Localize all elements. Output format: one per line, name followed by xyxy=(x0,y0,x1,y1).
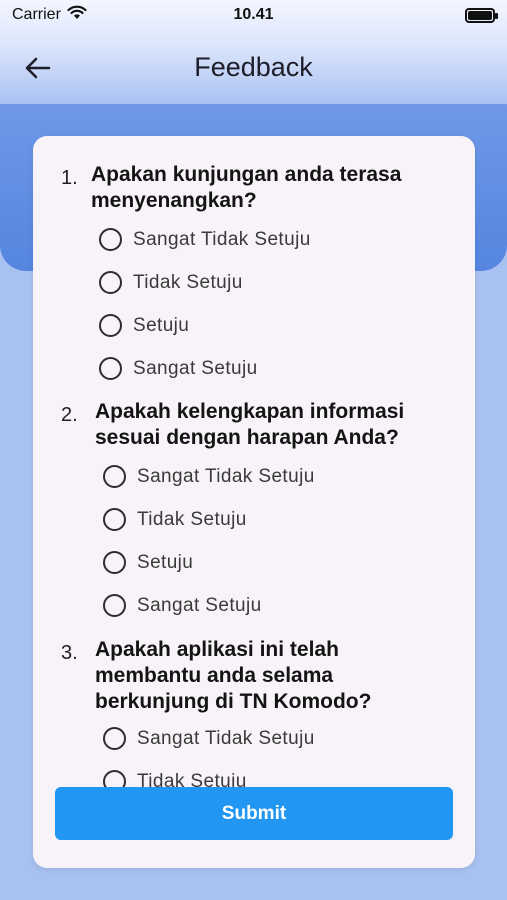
option-label: Sangat Setuju xyxy=(137,594,262,616)
radio-button[interactable] xyxy=(103,594,126,617)
option-sangat-tidak-setuju[interactable]: Sangat Tidak Setuju xyxy=(103,455,475,498)
option-label: Tidak Setuju xyxy=(133,271,243,293)
radio-button[interactable] xyxy=(99,357,122,380)
option-setuju[interactable]: Setuju xyxy=(99,304,475,347)
radio-button[interactable] xyxy=(103,770,126,788)
option-label: Sangat Tidak Setuju xyxy=(137,465,315,487)
option-sangat-setuju[interactable]: Sangat Setuju xyxy=(103,584,475,627)
option-label: Sangat Setuju xyxy=(133,357,258,379)
option-label: Sangat Tidak Setuju xyxy=(133,228,311,250)
option-label: Tidak Setuju xyxy=(137,770,247,789)
option-sangat-tidak-setuju[interactable]: Sangat Tidak Setuju xyxy=(99,218,475,261)
option-tidak-setuju[interactable]: Tidak Setuju xyxy=(99,261,475,304)
feedback-card: 1. Apakan kunjungan anda terasa menyenan… xyxy=(33,136,475,868)
question-number: 1. xyxy=(61,167,78,189)
question-text: Apakan kunjungan anda terasa menyenangka… xyxy=(91,163,402,212)
arrow-left-icon xyxy=(25,57,51,79)
radio-button[interactable] xyxy=(99,228,122,251)
option-tidak-setuju[interactable]: Tidak Setuju xyxy=(103,498,475,541)
question-text: Apakah aplikasi ini telah membantu anda … xyxy=(95,638,372,713)
option-sangat-setuju[interactable]: Sangat Setuju xyxy=(99,347,475,390)
option-sangat-tidak-setuju[interactable]: Sangat Tidak Setuju xyxy=(103,717,475,760)
option-tidak-setuju[interactable]: Tidak Setuju xyxy=(103,760,475,788)
status-bar: Carrier 10.41 xyxy=(0,0,507,30)
radio-button[interactable] xyxy=(103,727,126,750)
question-number: 3. xyxy=(61,642,78,664)
option-label: Tidak Setuju xyxy=(137,508,247,530)
status-time: 10.41 xyxy=(233,6,274,23)
radio-button[interactable] xyxy=(103,508,126,531)
radio-button[interactable] xyxy=(103,551,126,574)
back-button[interactable] xyxy=(22,52,54,84)
radio-button[interactable] xyxy=(99,314,122,337)
question-number: 2. xyxy=(61,404,78,426)
option-setuju[interactable]: Setuju xyxy=(103,541,475,584)
question-1: 1. Apakan kunjungan anda terasa menyenan… xyxy=(33,162,475,390)
option-label: Setuju xyxy=(133,314,190,336)
battery-icon xyxy=(465,7,498,23)
radio-button[interactable] xyxy=(103,465,126,488)
option-label: Setuju xyxy=(137,551,194,573)
questions-list[interactable]: 1. Apakan kunjungan anda terasa menyenan… xyxy=(33,136,475,788)
submit-button[interactable]: Submit xyxy=(55,787,453,840)
question-2: 2. Apakah kelengkapan informasi sesuai d… xyxy=(33,399,475,627)
question-3: 3. Apakah aplikasi ini telah membantu an… xyxy=(33,637,475,788)
radio-button[interactable] xyxy=(99,271,122,294)
page-title: Feedback xyxy=(194,51,313,82)
option-label: Sangat Tidak Setuju xyxy=(137,727,315,749)
question-text: Apakah kelengkapan informasi sesuai deng… xyxy=(95,400,405,449)
nav-bar: Feedback xyxy=(0,44,507,90)
